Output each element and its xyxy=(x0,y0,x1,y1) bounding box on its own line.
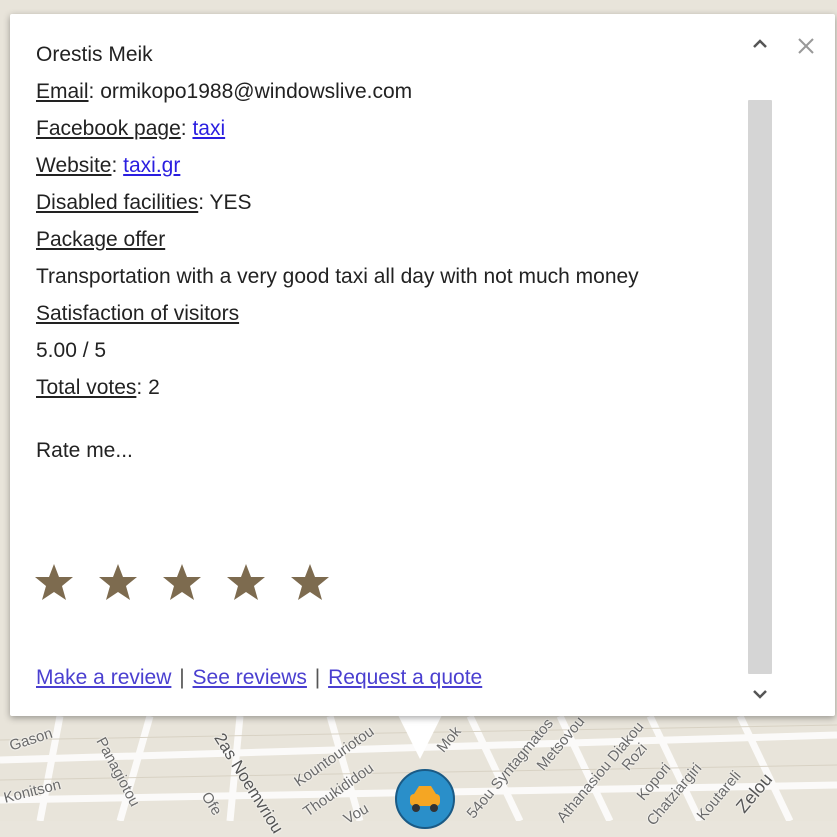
make-review-link[interactable]: Make a review xyxy=(36,666,171,689)
star-icon[interactable] xyxy=(98,562,138,602)
website-label: Website xyxy=(36,154,112,177)
info-content: Orestis Meik Email: ormikopo1988@windows… xyxy=(36,36,736,469)
votes-label: Total votes xyxy=(36,376,137,399)
person-name: Orestis Meik xyxy=(36,43,153,66)
votes-value: 2 xyxy=(148,376,160,399)
facebook-label: Facebook page xyxy=(36,117,181,140)
website-row: Website: taxi.gr xyxy=(36,154,181,177)
link-separator: | xyxy=(179,666,185,689)
request-quote-link[interactable]: Request a quote xyxy=(328,666,482,689)
scrollbar[interactable] xyxy=(748,32,772,712)
star-icon[interactable] xyxy=(34,562,74,602)
scrollbar-thumb[interactable] xyxy=(748,100,772,674)
star-icon[interactable] xyxy=(290,562,330,602)
link-separator: | xyxy=(314,666,321,689)
package-label: Package offer xyxy=(36,228,166,251)
disabled-value: YES xyxy=(209,191,252,214)
facebook-link[interactable]: taxi xyxy=(192,117,225,140)
votes-row: Total votes: 2 xyxy=(36,376,160,399)
info-window-pointer xyxy=(398,715,442,759)
see-reviews-link[interactable]: See reviews xyxy=(193,666,307,689)
disabled-row: Disabled facilities: YES xyxy=(36,191,252,214)
facebook-row: Facebook page: taxi xyxy=(36,117,226,140)
star-icon[interactable] xyxy=(226,562,266,602)
star-rating xyxy=(34,562,330,602)
chevron-down-icon[interactable] xyxy=(748,682,772,706)
star-icon[interactable] xyxy=(162,562,202,602)
rate-prompt: Rate me... xyxy=(36,439,133,462)
satisfaction-value: 5.00 / 5 xyxy=(36,339,107,362)
email-label: Email xyxy=(36,80,89,103)
info-window: Orestis Meik Email: ormikopo1988@windows… xyxy=(10,14,835,716)
footer-links: Make a review | See reviews | Request a … xyxy=(36,666,482,690)
disabled-label: Disabled facilities xyxy=(36,191,199,214)
satisfaction-label: Satisfaction of visitors xyxy=(36,302,240,325)
email-value: ormikopo1988@windowslive.com xyxy=(100,80,413,103)
email-row: Email: ormikopo1988@windowslive.com xyxy=(36,80,413,103)
close-icon[interactable] xyxy=(794,34,818,58)
chevron-up-icon[interactable] xyxy=(748,32,772,56)
package-text: Transportation with a very good taxi all… xyxy=(36,265,639,288)
website-link[interactable]: taxi.gr xyxy=(123,154,180,177)
